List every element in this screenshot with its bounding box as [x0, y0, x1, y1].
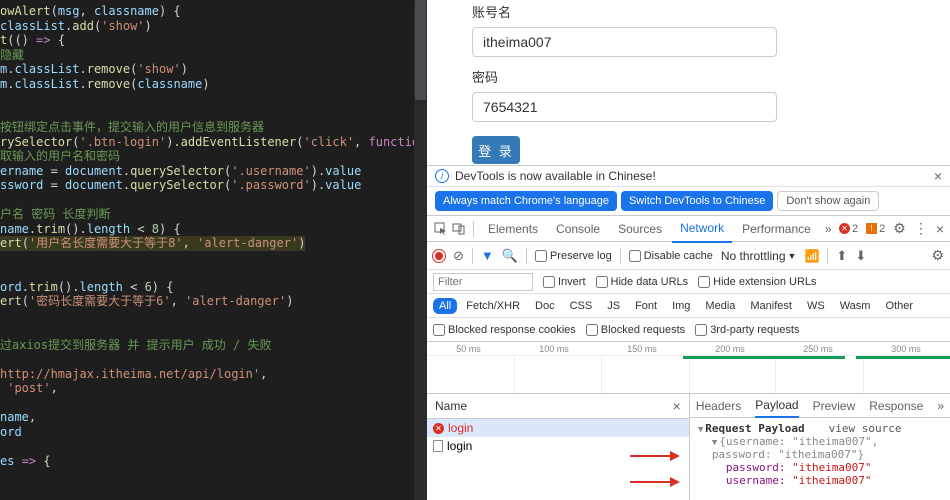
triangle-icon[interactable]: ▼ — [698, 425, 703, 435]
close-detail-icon[interactable]: × — [673, 398, 681, 414]
network-timeline[interactable]: 50 ms 100 ms 150 ms 200 ms 250 ms 300 ms — [427, 342, 950, 394]
detail-tabs: Headers Payload Preview Response » — [690, 394, 950, 418]
throttle-select[interactable]: No throttling ▼ — [721, 249, 797, 263]
devtools-close-icon[interactable]: × — [936, 221, 944, 237]
upload-icon[interactable]: ⬆ — [836, 248, 847, 264]
blocked-requests-checkbox[interactable]: Blocked requests — [586, 324, 685, 336]
search-icon[interactable]: 🔍 — [502, 248, 518, 264]
warning-badge[interactable]: !2 — [866, 223, 885, 235]
type-all[interactable]: All — [433, 298, 457, 314]
third-party-checkbox[interactable]: 3rd-party requests — [695, 324, 799, 336]
close-icon[interactable]: × — [934, 168, 942, 184]
code-editor[interactable]: owAlert(msg, classname) { classList.add(… — [0, 0, 427, 500]
triangle-icon[interactable]: ▼ — [712, 438, 717, 448]
request-detail: Headers Payload Preview Response » ▼Requ… — [690, 394, 950, 500]
devtools-infobar: i DevTools is now available in Chinese! … — [427, 166, 950, 187]
devtools-main-tabs: Elements Console Sources Network Perform… — [427, 216, 950, 242]
dtab-payload[interactable]: Payload — [755, 394, 798, 418]
dont-show-button[interactable]: Don't show again — [777, 191, 879, 211]
password-input[interactable] — [472, 92, 777, 122]
always-match-button[interactable]: Always match Chrome's language — [435, 191, 617, 211]
tab-performance[interactable]: Performance — [734, 216, 819, 242]
tabs-more-icon[interactable]: » — [821, 222, 836, 236]
request-name: login — [448, 421, 473, 435]
doc-status-icon — [433, 440, 443, 452]
tick: 100 ms — [539, 344, 569, 355]
preserve-log-checkbox[interactable]: Preserve log — [535, 250, 612, 262]
type-manifest[interactable]: Manifest — [744, 298, 798, 314]
type-css[interactable]: CSS — [564, 298, 599, 314]
type-filters: All Fetch/XHR Doc CSS JS Font Img Media … — [427, 294, 950, 318]
error-status-icon: ✕ — [433, 423, 444, 434]
dtab-headers[interactable]: Headers — [696, 395, 741, 417]
password-label: 密码 — [472, 67, 905, 86]
hide-data-urls-checkbox[interactable]: Hide data URLs — [596, 276, 689, 288]
device-icon[interactable] — [451, 221, 467, 237]
hide-ext-urls-checkbox[interactable]: Hide extension URLs — [698, 276, 816, 288]
tick: 150 ms — [627, 344, 657, 355]
invert-checkbox[interactable]: Invert — [543, 276, 586, 288]
view-source-link[interactable]: view source — [829, 422, 902, 435]
wifi-icon[interactable]: 📶 — [804, 249, 819, 263]
info-text: DevTools is now available in Chinese! — [455, 169, 656, 183]
filter-row: Invert Hide data URLs Hide extension URL… — [427, 270, 950, 294]
tab-sources[interactable]: Sources — [610, 216, 670, 242]
network-gear-icon[interactable]: ⚙ — [931, 247, 944, 264]
switch-language-button[interactable]: Switch DevTools to Chinese — [621, 191, 773, 211]
record-button[interactable] — [433, 250, 445, 262]
filter-input[interactable] — [433, 273, 533, 291]
type-img[interactable]: Img — [666, 298, 696, 314]
request-list-header: Name × — [427, 394, 689, 419]
username-input[interactable] — [472, 27, 777, 57]
inspect-icon[interactable] — [433, 221, 449, 237]
clear-icon[interactable]: ⊘ — [453, 248, 464, 264]
download-icon[interactable]: ⬇ — [855, 248, 866, 264]
type-other[interactable]: Other — [879, 298, 919, 314]
gear-icon[interactable]: ⚙ — [893, 220, 906, 237]
password-value: "itheima007" — [792, 461, 871, 474]
type-doc[interactable]: Doc — [529, 298, 561, 314]
devtools-infobar-buttons: Always match Chrome's language Switch De… — [427, 187, 950, 216]
password-key: password: — [726, 461, 786, 474]
code-content: owAlert(msg, classname) { classList.add(… — [0, 0, 421, 472]
tab-console[interactable]: Console — [548, 216, 608, 242]
login-form: 账号名 密码 登 录 — [427, 0, 950, 165]
disable-cache-checkbox[interactable]: Disable cache — [629, 250, 713, 262]
annotation-arrow — [630, 478, 680, 486]
tab-network[interactable]: Network — [672, 215, 732, 243]
dtabs-more-icon[interactable]: » — [937, 399, 944, 413]
type-js[interactable]: JS — [601, 298, 626, 314]
request-payload-title: Request Payload — [705, 422, 804, 435]
request-row-login-error[interactable]: ✕ login — [427, 419, 689, 437]
type-media[interactable]: Media — [699, 298, 741, 314]
tick: 250 ms — [803, 344, 833, 355]
type-font[interactable]: Font — [629, 298, 663, 314]
username-label: 账号名 — [472, 2, 905, 21]
username-value: "itheima007" — [792, 474, 871, 487]
blocked-cookies-checkbox[interactable]: Blocked response cookies — [433, 324, 576, 336]
filter-icon[interactable]: ▼ — [481, 248, 494, 263]
request-name: login — [447, 439, 472, 453]
error-badge[interactable]: ✕2 — [839, 223, 858, 235]
dtab-response[interactable]: Response — [869, 395, 923, 417]
scrollbar-v[interactable] — [414, 0, 427, 500]
tab-elements[interactable]: Elements — [480, 216, 546, 242]
type-fetch-xhr[interactable]: Fetch/XHR — [460, 298, 526, 314]
info-icon: i — [435, 169, 449, 183]
obj-summary: {username: "itheima007", password: "ithe… — [712, 435, 878, 461]
type-ws[interactable]: WS — [801, 298, 831, 314]
devtools: i DevTools is now available in Chinese! … — [427, 165, 950, 500]
blocked-row: Blocked response cookies Blocked request… — [427, 318, 950, 342]
annotation-arrow — [630, 452, 680, 460]
login-button[interactable]: 登 录 — [472, 136, 520, 164]
network-toolbar: ⊘ ▼ 🔍 Preserve log Disable cache No thro… — [427, 242, 950, 270]
more-vertical-icon[interactable]: ⋮ — [914, 220, 928, 237]
name-header: Name — [435, 399, 467, 413]
tick: 200 ms — [715, 344, 745, 355]
dtab-preview[interactable]: Preview — [813, 395, 856, 417]
username-key: username: — [726, 474, 786, 487]
tick: 300 ms — [891, 344, 921, 355]
type-wasm[interactable]: Wasm — [834, 298, 877, 314]
tick: 50 ms — [456, 344, 481, 355]
